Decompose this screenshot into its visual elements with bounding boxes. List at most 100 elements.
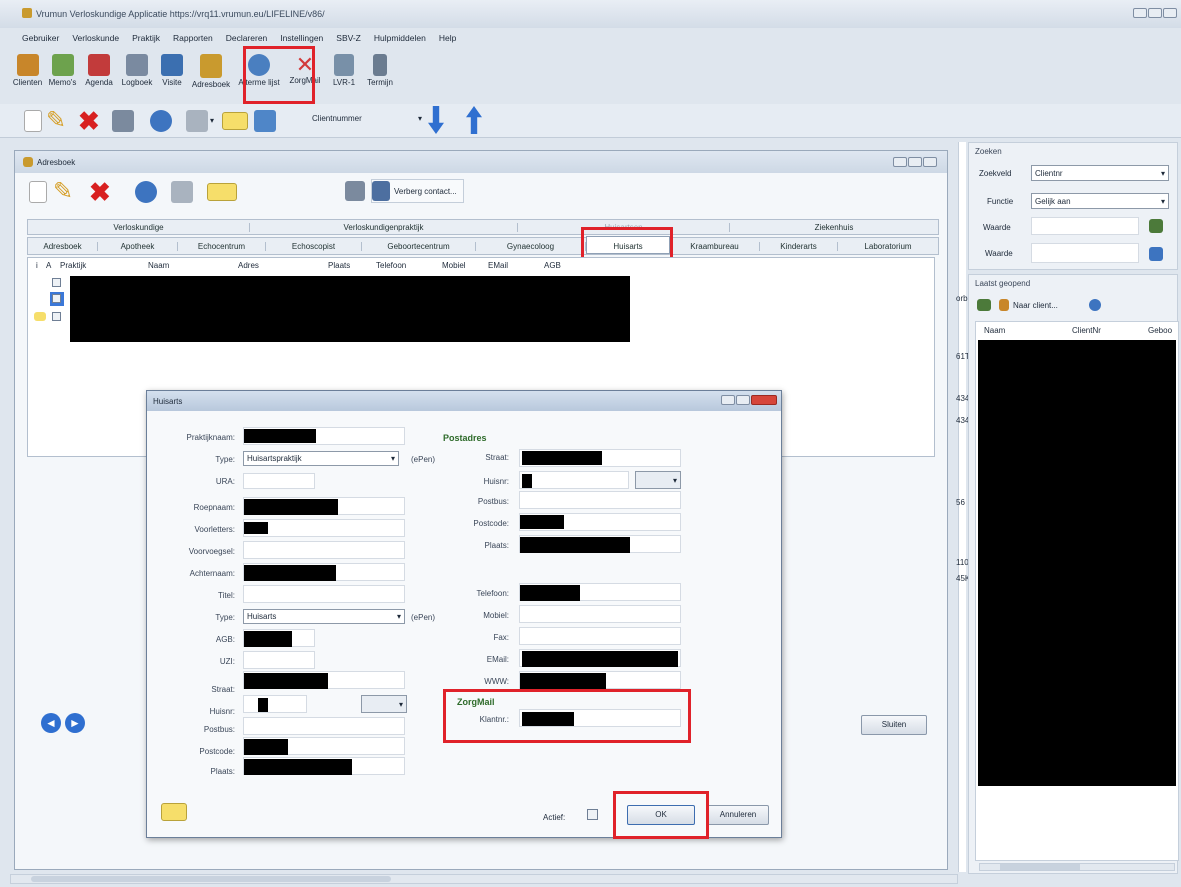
- praktijknaam-field[interactable]: [243, 427, 405, 445]
- mobiel-field[interactable]: [519, 605, 681, 623]
- actief-checkbox[interactable]: [587, 809, 598, 820]
- tab-verloskundige[interactable]: Verloskundige: [28, 223, 250, 232]
- hide-contact-button[interactable]: Verberg contact...: [371, 179, 464, 203]
- agb-field[interactable]: [243, 629, 315, 647]
- plaats-field[interactable]: [243, 757, 405, 775]
- voorvoegsel-field[interactable]: [243, 541, 405, 559]
- menu-verloskunde[interactable]: Verloskunde: [72, 33, 119, 47]
- windows-icon[interactable]: [254, 110, 276, 132]
- main-hscrollbar[interactable]: [10, 874, 958, 884]
- post-straat-field[interactable]: [519, 449, 681, 467]
- row-active-checkbox[interactable]: [52, 278, 61, 287]
- tab-apotheek[interactable]: Apotheek: [98, 242, 178, 251]
- voorletters-field[interactable]: [243, 519, 405, 537]
- tab-gynaecoloog[interactable]: Gynaecoloog: [476, 242, 586, 251]
- functie-select[interactable]: Gelijk aan ▾: [1031, 193, 1169, 209]
- menu-rapporten[interactable]: Rapporten: [173, 33, 213, 47]
- note-icon[interactable]: [222, 112, 248, 130]
- client-number-combo[interactable]: Clientnummer ▾: [312, 114, 422, 130]
- zoekveld-select[interactable]: Clientnr ▾: [1031, 165, 1169, 181]
- menu-hulpmiddelen[interactable]: Hulpmiddelen: [374, 33, 426, 47]
- close-adresboek-button[interactable]: Sluiten: [861, 715, 927, 735]
- scroll-thumb[interactable]: [31, 876, 391, 882]
- tab-laboratorium[interactable]: Laboratorium: [838, 242, 938, 251]
- users-icon[interactable]: [135, 181, 157, 203]
- binoculars-icon[interactable]: [1149, 219, 1163, 233]
- new-document-icon[interactable]: [24, 110, 42, 132]
- binoculars-icon[interactable]: [977, 299, 991, 311]
- minimize-button[interactable]: [1133, 8, 1147, 18]
- col-agb[interactable]: AGB: [544, 261, 561, 270]
- tab-kinderarts[interactable]: Kinderarts: [760, 242, 838, 251]
- toolbar-termijn[interactable]: Termijn: [362, 52, 398, 96]
- minimize-button[interactable]: [721, 395, 735, 405]
- tab-echocentrum[interactable]: Echocentrum: [178, 242, 266, 251]
- col-naam[interactable]: Naam: [148, 261, 169, 270]
- note-icon[interactable]: [207, 183, 237, 201]
- col-a[interactable]: A: [46, 261, 51, 270]
- post-huisnr-field[interactable]: [519, 471, 629, 489]
- post-huisnr-suffix-select[interactable]: ▾: [635, 471, 681, 489]
- previous-arrow-icon[interactable]: ◄: [41, 713, 61, 733]
- new-document-icon[interactable]: [29, 181, 47, 203]
- delete-icon[interactable]: ✖: [89, 177, 111, 208]
- waarde-input[interactable]: [1031, 217, 1139, 235]
- row-active-checkbox[interactable]: [52, 294, 61, 303]
- toolbar-clienten[interactable]: Clienten: [10, 52, 45, 96]
- post-plaats-field[interactable]: [519, 535, 681, 553]
- huisnr-suffix-select[interactable]: ▾: [361, 695, 407, 713]
- tab-echoscopist[interactable]: Echoscopist: [266, 242, 362, 251]
- tab-geboortecentrum[interactable]: Geboortecentrum: [362, 242, 476, 251]
- toolbar-agenda[interactable]: Agenda: [80, 52, 118, 96]
- col-email[interactable]: EMail: [488, 261, 508, 270]
- restore-button[interactable]: [1148, 8, 1162, 18]
- postbus-field[interactable]: [243, 717, 405, 735]
- users-icon[interactable]: [150, 110, 172, 132]
- praktijk-type-select[interactable]: Huisartspraktijk ▾: [243, 451, 399, 466]
- achternaam-field[interactable]: [243, 563, 405, 581]
- toolbar-adresboek[interactable]: Adresboek: [188, 52, 234, 96]
- uzi-field[interactable]: [243, 651, 315, 669]
- toolbar-visite[interactable]: Visite: [156, 52, 188, 96]
- waarde2-input[interactable]: [1031, 243, 1139, 263]
- col-naam[interactable]: Naam: [984, 326, 1005, 335]
- recent-hscrollbar[interactable]: [979, 863, 1175, 871]
- globe-search-icon[interactable]: [1149, 247, 1163, 261]
- next-arrow-icon[interactable]: ►: [65, 713, 85, 733]
- col-i[interactable]: i: [36, 261, 38, 270]
- contact-type-select[interactable]: Huisarts ▾: [243, 609, 405, 624]
- note-icon[interactable]: [161, 803, 187, 821]
- naar-client-button[interactable]: Naar client...: [1013, 301, 1058, 310]
- arrow-down-icon[interactable]: [428, 106, 444, 134]
- menu-declareren[interactable]: Declareren: [226, 33, 268, 47]
- maximize-button[interactable]: [736, 395, 750, 405]
- tab-verloskundigenpraktijk[interactable]: Verloskundigenpraktijk: [250, 223, 518, 232]
- archive-icon[interactable]: [186, 110, 208, 132]
- menu-sbvz[interactable]: SBV-Z: [336, 33, 361, 47]
- contact-cards-icon[interactable]: [345, 181, 365, 201]
- col-geboortedatum[interactable]: Geboo: [1148, 326, 1172, 335]
- www-field[interactable]: [519, 671, 681, 689]
- refresh-icon[interactable]: [1089, 299, 1101, 311]
- cancel-button[interactable]: Annuleren: [707, 805, 769, 825]
- col-praktijk[interactable]: Praktijk: [60, 261, 86, 270]
- col-plaats[interactable]: Plaats: [328, 261, 350, 270]
- edit-pencil-icon[interactable]: ✎: [46, 106, 66, 135]
- email-field[interactable]: [519, 649, 681, 667]
- restore-button[interactable]: [908, 157, 922, 167]
- arrow-up-icon[interactable]: [466, 106, 482, 134]
- menu-gebruiker[interactable]: Gebruiker: [22, 33, 59, 47]
- close-button[interactable]: [751, 395, 777, 405]
- archive-icon[interactable]: [171, 181, 193, 203]
- col-mobiel[interactable]: Mobiel: [442, 261, 466, 270]
- menu-help[interactable]: Help: [439, 33, 456, 47]
- close-button[interactable]: [1163, 8, 1177, 18]
- post-postbus-field[interactable]: [519, 491, 681, 509]
- books-icon[interactable]: [112, 110, 134, 132]
- tab-adresboek[interactable]: Adresboek: [28, 242, 98, 251]
- tab-ziekenhuis[interactable]: Ziekenhuis: [730, 223, 938, 232]
- post-postcode-field[interactable]: [519, 513, 681, 531]
- tab-kraambureau[interactable]: Kraambureau: [670, 242, 760, 251]
- fax-field[interactable]: [519, 627, 681, 645]
- ura-field[interactable]: [243, 473, 315, 489]
